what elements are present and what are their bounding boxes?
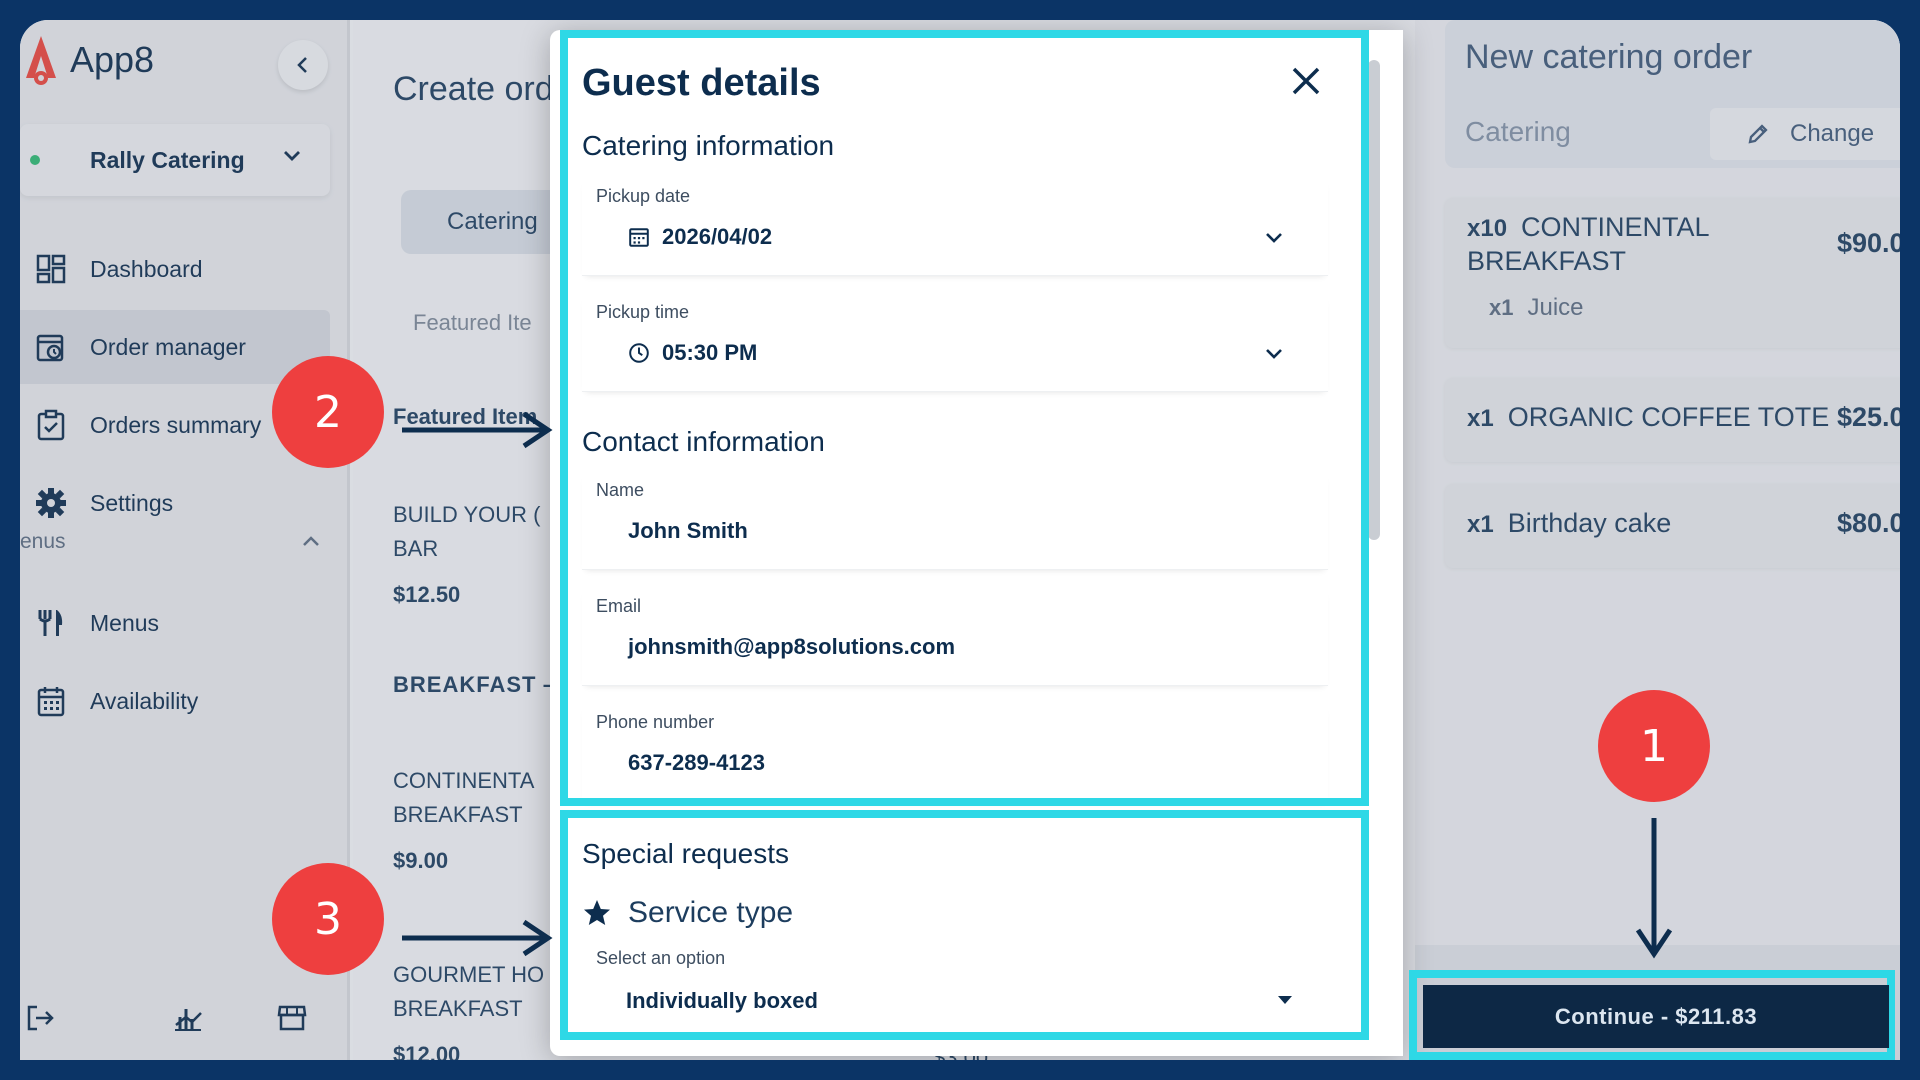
arrow-right-icon [402,919,553,957]
field-label: Pickup time [596,302,690,322]
calendar-icon [629,228,649,247]
pickup-date-field[interactable]: Pickup date 2026/04/02 [582,178,1328,276]
name-field[interactable]: Name John Smith [582,472,1328,570]
field-label: Name [596,480,645,500]
service-type-label: Service type [628,896,794,929]
step-marker-3: 3 [272,863,384,975]
pickup-date-value: 2026/04/02 [628,224,772,250]
modal-title: Guest details [582,62,821,104]
email-field[interactable]: Email johnsmith@app8solutions.com [582,588,1328,686]
arrow-down-icon [1635,818,1673,959]
pickup-date-text: 2026/04/02 [662,224,773,249]
chevron-down-icon [1266,233,1282,243]
clock-icon [629,343,649,363]
caret-down-icon [1278,996,1292,1004]
phone-field[interactable]: Phone number 637-289-4123 [582,704,1328,802]
app-frame: App8 Rally Catering Dashboard Order mana… [20,20,1900,1060]
step-marker-1: 1 [1598,690,1710,802]
service-type-select[interactable]: Individually boxed [626,988,818,1014]
select-label: Select an option [596,948,726,968]
field-label: Phone number [596,712,715,732]
catering-info-heading: Catering information [582,130,835,161]
special-requests-heading: Special requests [582,838,790,869]
email-value: johnsmith@app8solutions.com [628,634,956,659]
phone-value: 637-289-4123 [628,750,766,775]
star-icon [584,900,610,925]
close-modal-button[interactable] [1285,60,1327,102]
guest-details-modal: Guest details Catering information Picku… [550,30,1403,1056]
chevron-down-icon [1266,349,1282,359]
name-value: John Smith [628,518,748,543]
arrow-right-icon [402,411,553,449]
close-icon [1292,67,1320,95]
pickup-time-value: 05:30 PM [628,340,757,366]
field-label: Pickup date [596,186,691,206]
continue-checkout-button[interactable]: Continue - $211.83 [1423,985,1889,1048]
step-marker-2: 2 [272,356,384,468]
field-label: Email [596,596,642,616]
contact-info-heading: Contact information [582,426,825,457]
modal-scrollbar[interactable] [1368,60,1380,540]
pickup-time-text: 05:30 PM [662,340,758,365]
pickup-time-field[interactable]: Pickup time 05:30 PM [582,294,1328,392]
service-type-row: Service type [582,896,793,930]
